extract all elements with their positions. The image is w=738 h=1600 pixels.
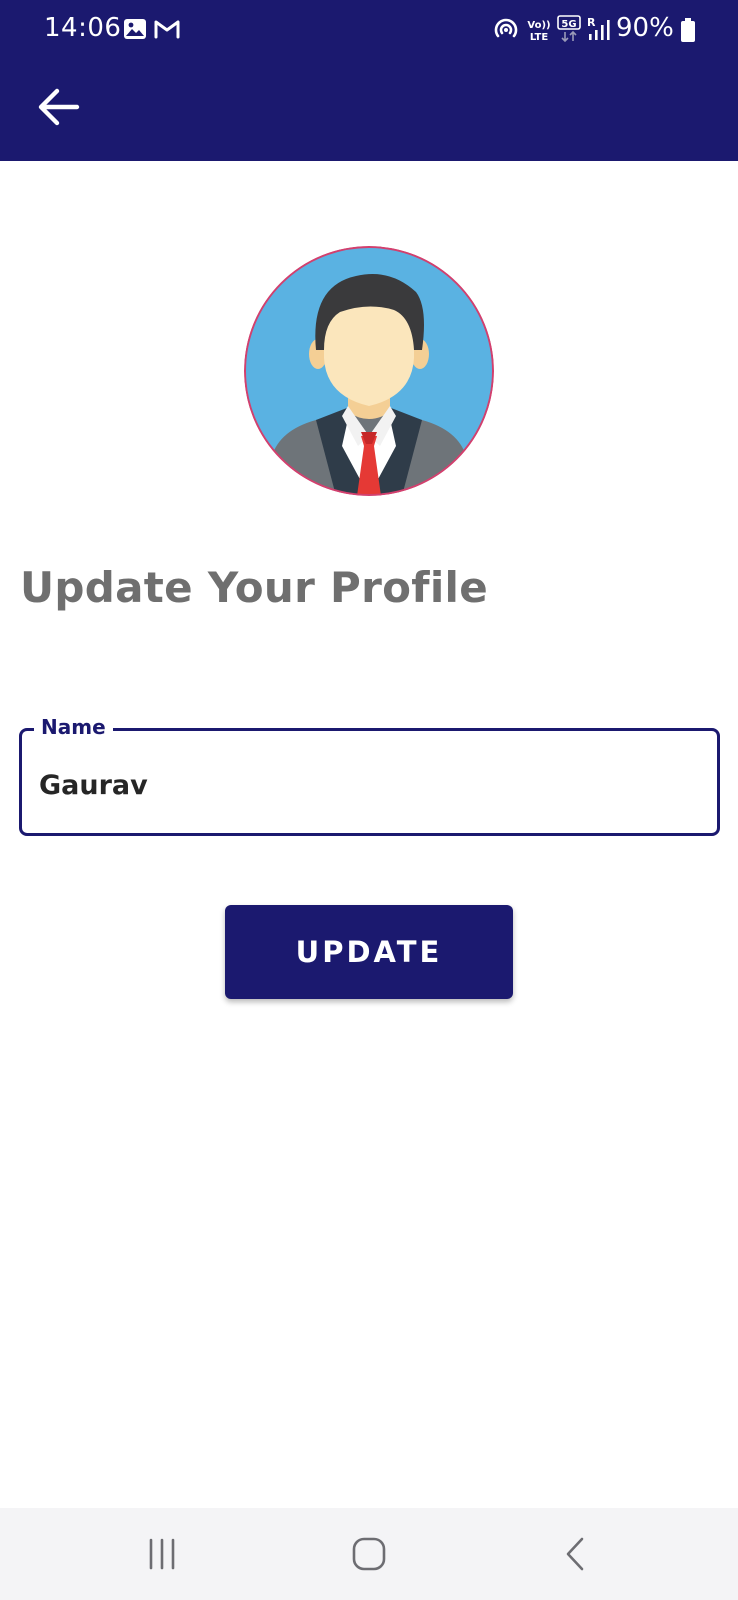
status-time: 14:06 [44,13,122,43]
svg-text:Vo)): Vo)) [527,20,550,31]
svg-text:5G: 5G [561,19,576,30]
gallery-icon [124,19,146,39]
svg-text:LTE: LTE [530,32,549,43]
nav-back-button[interactable] [544,1524,608,1584]
back-button[interactable] [30,80,88,134]
back-icon [566,1537,584,1571]
battery-icon [681,18,695,42]
businessman-avatar-icon [244,246,494,496]
name-field: Name [19,714,720,836]
recent-apps-icon [149,1538,175,1570]
svg-text:R: R [587,16,596,29]
home-button[interactable] [337,1524,401,1584]
recent-apps-button[interactable] [130,1524,194,1584]
battery-percentage: 90% [616,13,674,43]
arrow-left-icon [38,88,80,126]
gmail-icon [154,20,180,39]
status-bar: 14:06 Vo)) LTE 5G R 90% [0,0,738,58]
5g-icon: 5G [557,15,581,43]
hotspot-icon [494,18,518,38]
home-icon [352,1537,386,1571]
name-field-label: Name [34,714,113,740]
app-header: 14:06 Vo)) LTE 5G R 90% [0,0,738,161]
system-navigation-bar [0,1508,738,1600]
profile-avatar[interactable] [244,246,494,496]
page-title: Update Your Profile [20,563,489,612]
update-button[interactable]: UPDATE [225,905,513,999]
signal-icon: R [587,16,610,40]
volte-icon: Vo)) LTE [527,20,550,43]
name-input[interactable] [39,765,689,805]
